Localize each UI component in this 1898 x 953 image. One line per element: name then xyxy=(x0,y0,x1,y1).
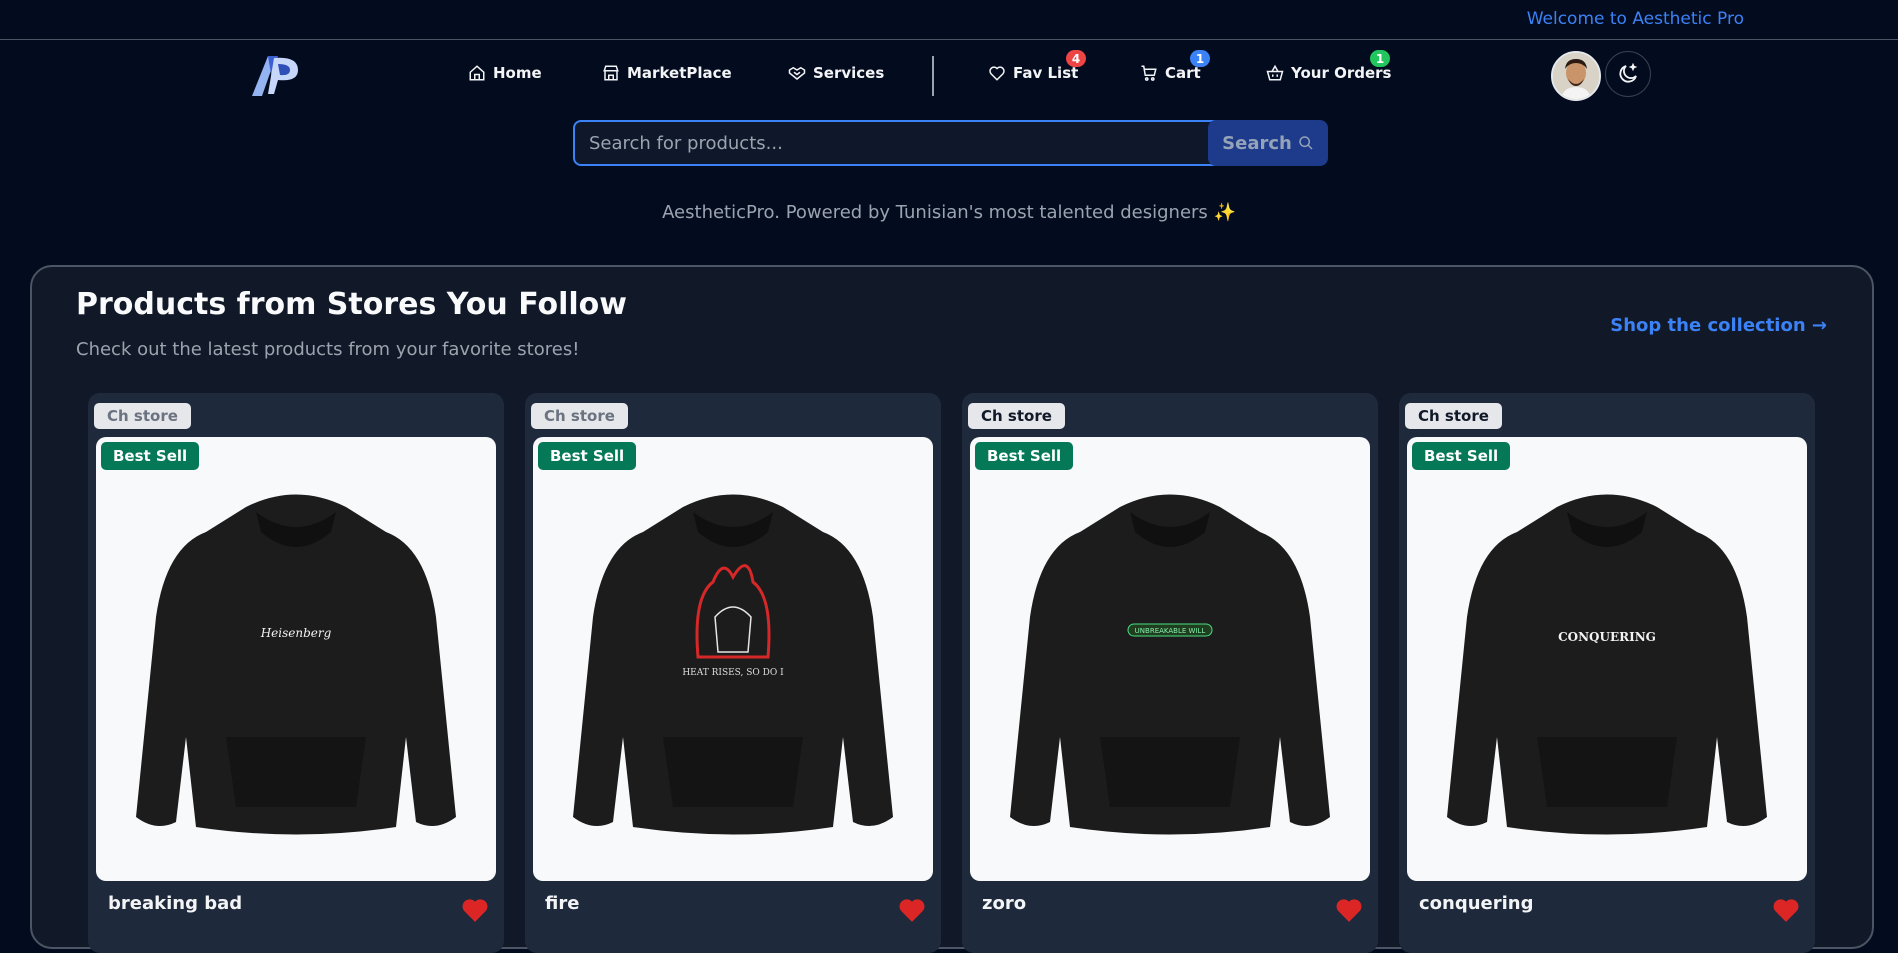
heart-icon[interactable] xyxy=(1771,897,1801,923)
welcome-text: Welcome to Aesthetic Pro xyxy=(1526,9,1744,29)
user-avatar[interactable] xyxy=(1551,51,1601,101)
theme-toggle[interactable] xyxy=(1605,51,1651,97)
product-card[interactable]: Ch store Best Sell Heisenberg breaking b… xyxy=(88,393,504,953)
print-text: Heisenberg xyxy=(260,626,332,640)
heart-icon[interactable] xyxy=(897,897,927,923)
best-sell-badge: Best Sell xyxy=(1412,442,1511,470)
shop-collection-link[interactable]: Shop the collection → xyxy=(1610,315,1827,336)
nav-services-label: Services xyxy=(813,64,885,82)
product-image[interactable]: Best Sell UNBREAKABLE WILL xyxy=(970,437,1370,881)
product-card[interactable]: Ch store Best Sell UNBREAKABLE WILL zoro xyxy=(962,393,1378,953)
nav-orders[interactable]: Your Orders 1 xyxy=(1266,50,1391,82)
print-text: HEAT RISES, SO DO I xyxy=(682,668,784,678)
product-card[interactable]: Ch store Best Sell HEAT RISES, SO DO I f… xyxy=(525,393,941,953)
product-image[interactable]: Best Sell Heisenberg xyxy=(96,437,496,881)
followed-stores-section: Products from Stores You Follow Check ou… xyxy=(30,265,1874,953)
handshake-icon xyxy=(788,66,806,80)
hoodie-image: Heisenberg xyxy=(136,494,456,835)
store-tag[interactable]: Ch store xyxy=(1405,403,1502,429)
nav-services[interactable]: Services xyxy=(788,64,884,82)
moon-icon xyxy=(1619,62,1638,83)
section-title: Products from Stores You Follow xyxy=(76,287,627,322)
fav-count-badge: 4 xyxy=(1066,50,1086,67)
cart-icon xyxy=(1141,65,1157,81)
product-image[interactable]: Best Sell HEAT RISES, SO DO I xyxy=(533,437,933,881)
product-image[interactable]: Best Sell CONQUERING xyxy=(1407,437,1807,881)
nav-home[interactable]: Home xyxy=(468,64,542,82)
heart-icon xyxy=(989,66,1005,81)
store-tag[interactable]: Ch store xyxy=(531,403,628,429)
basket-icon xyxy=(1266,64,1284,81)
nav-home-label: Home xyxy=(493,64,542,82)
product-card[interactable]: Ch store Best Sell CONQUERING conquering xyxy=(1399,393,1815,953)
home-icon xyxy=(469,65,485,81)
cart-count-badge: 1 xyxy=(1190,50,1210,67)
product-name[interactable]: conquering xyxy=(1419,893,1534,914)
best-sell-badge: Best Sell xyxy=(101,442,200,470)
nav-fav-list-label: Fav List xyxy=(1013,64,1079,82)
heart-icon[interactable] xyxy=(1334,897,1364,923)
best-sell-badge: Best Sell xyxy=(975,442,1074,470)
store-tag[interactable]: Ch store xyxy=(94,403,191,429)
top-bar: Welcome to Aesthetic Pro xyxy=(0,0,1898,40)
orders-count-badge: 1 xyxy=(1370,50,1390,67)
store-icon xyxy=(603,65,619,81)
search-button-label: Search xyxy=(1222,132,1292,154)
product-name[interactable]: zoro xyxy=(982,893,1026,914)
nav-marketplace-label: MarketPlace xyxy=(627,64,732,82)
product-name[interactable]: breaking bad xyxy=(108,893,242,914)
section-subtitle: Check out the latest products from your … xyxy=(76,339,580,360)
search-input[interactable] xyxy=(573,120,1225,166)
tagline: AestheticPro. Powered by Tunisian's most… xyxy=(662,202,1236,223)
print-text: CONQUERING xyxy=(1558,630,1656,644)
store-tag[interactable]: Ch store xyxy=(968,403,1065,429)
heart-icon[interactable] xyxy=(460,897,490,923)
hoodie-image: UNBREAKABLE WILL xyxy=(1010,494,1330,835)
nav-cart[interactable]: Cart 1 xyxy=(1140,50,1210,82)
product-name[interactable]: fire xyxy=(545,893,579,914)
print-text: UNBREAKABLE WILL xyxy=(1135,627,1206,635)
search-icon xyxy=(1299,136,1313,150)
nav-marketplace[interactable]: MarketPlace xyxy=(602,64,732,82)
best-sell-badge: Best Sell xyxy=(538,442,637,470)
hoodie-image: CONQUERING xyxy=(1447,494,1767,835)
nav-fav-list[interactable]: Fav List 4 xyxy=(988,50,1086,82)
search-button[interactable]: Search xyxy=(1208,120,1328,166)
nav-divider xyxy=(932,56,934,96)
hoodie-image: HEAT RISES, SO DO I xyxy=(573,494,893,835)
